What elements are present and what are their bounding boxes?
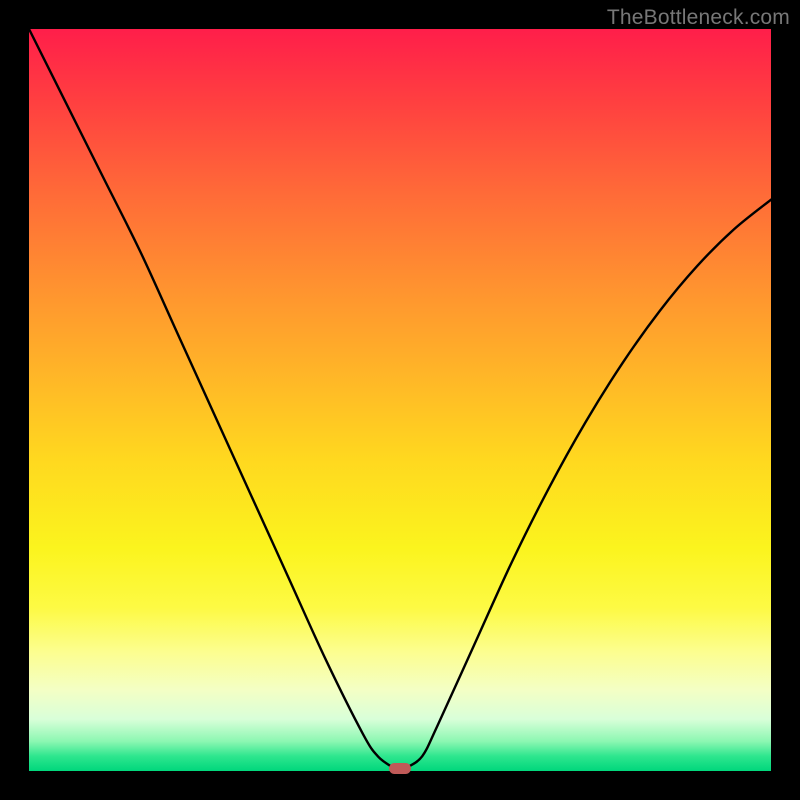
watermark-text: TheBottleneck.com	[607, 6, 790, 30]
chart-frame: TheBottleneck.com	[0, 0, 800, 800]
bottleneck-curve	[29, 29, 771, 771]
optimal-point-marker	[389, 763, 411, 774]
curve-svg	[29, 29, 771, 771]
plot-area	[29, 29, 771, 771]
